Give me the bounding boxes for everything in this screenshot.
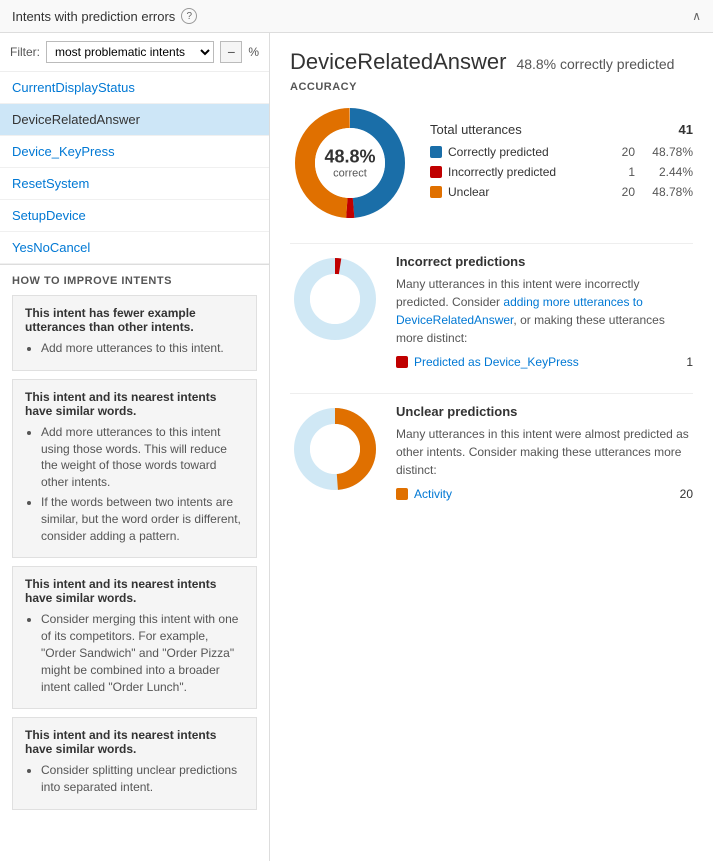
legend-name: Correctly predicted [448,145,605,159]
help-icon[interactable]: ? [181,8,197,24]
pred-item-name[interactable]: Activity [414,487,674,501]
tip-card: This intent and its nearest intents have… [12,566,257,709]
sidebar-item-device_keypress[interactable]: Device_KeyPress [0,136,269,168]
tip-bullet: Add more utterances to this intent. [41,340,244,357]
improve-title: HOW TO IMPROVE INTENTS [12,275,257,287]
tip-heading: This intent and its nearest intents have… [25,728,244,756]
main-chart-label: 48.8% correct [324,147,375,180]
total-row: Total utterances 41 [430,122,693,137]
legend-name: Incorrectly predicted [448,165,605,179]
accuracy-percent-text: 48.8% correctly predicted [516,56,674,72]
filter-select[interactable]: most problematic intents [46,41,214,63]
incorrect-title: Incorrect predictions [396,254,693,269]
panel-title: Intents with prediction errors [12,9,175,24]
detail-intent-name: DeviceRelatedAnswer [290,49,506,75]
filter-row: Filter: most problematic intents − % [0,33,269,72]
pred-item-count: 1 [686,355,693,369]
filter-minus-button[interactable]: − [220,41,242,63]
tip-card: This intent and its nearest intents have… [12,717,257,810]
unclear-title: Unclear predictions [396,404,693,419]
collapse-icon[interactable]: ∧ [692,9,701,23]
content-header: DeviceRelatedAnswer 48.8% correctly pred… [290,49,693,75]
tip-bullet: Consider merging this intent with one of… [41,611,244,695]
total-value: 41 [679,122,693,137]
incorrect-content: Incorrect predictions Many utterances in… [396,254,693,373]
sidebar-item-yesnocancel[interactable]: YesNoCancel [0,232,269,264]
sidebar-item-devicerelatedanswer[interactable]: DeviceRelatedAnswer [0,104,269,136]
unclear-desc: Many utterances in this intent were almo… [396,425,693,479]
tip-heading: This intent and its nearest intents have… [25,390,244,418]
main-content: DeviceRelatedAnswer 48.8% correctly pred… [270,33,713,861]
intent-list: CurrentDisplayStatusDeviceRelatedAnswerD… [0,72,269,264]
legend-count: 1 [605,165,635,179]
unclear-item: Activity 20 [396,487,693,501]
incorrect-section: Incorrect predictions Many utterances in… [290,243,693,373]
improve-section: HOW TO IMPROVE INTENTS This intent has f… [0,264,269,828]
legend-count: 20 [605,185,635,199]
pred-dot [396,356,408,368]
tip-card: This intent has fewer example utterances… [12,295,257,371]
legend-row: Incorrectly predicted 1 2.44% [430,165,693,179]
legend-row: Unclear 20 48.78% [430,185,693,199]
incorrect-item: Predicted as Device_KeyPress 1 [396,355,693,369]
legend-dot [430,186,442,198]
chart-sub: correct [324,168,375,180]
sidebar-item-resetsystem[interactable]: ResetSystem [0,168,269,200]
main-donut-chart: 48.8% correct [290,103,410,223]
accuracy-label: ACCURACY [290,81,693,93]
tip-heading: This intent has fewer example utterances… [25,306,244,334]
incorrect-desc: Many utterances in this intent were inco… [396,275,693,347]
tip-bullet: Consider splitting unclear predictions i… [41,762,244,796]
tip-heading: This intent and its nearest intents have… [25,577,244,605]
sidebar: Filter: most problematic intents − % Cur… [0,33,270,861]
legend-pct: 48.78% [643,145,693,159]
pred-item-name[interactable]: Predicted as Device_KeyPress [414,355,680,369]
total-label: Total utterances [430,122,679,137]
incorrect-donut-chart [290,254,380,344]
accuracy-section: 48.8% correct Total utterances 41 Correc… [290,103,693,223]
unclear-section: Unclear predictions Many utterances in t… [290,393,693,505]
legend-count: 20 [605,145,635,159]
sidebar-item-setupdevice[interactable]: SetupDevice [0,200,269,232]
tip-bullet: Add more utterances to this intent using… [41,424,244,491]
filter-label: Filter: [10,45,40,59]
tip-card: This intent and its nearest intents have… [12,379,257,559]
filter-percent: % [248,45,259,59]
tip-bullet: If the words between two intents are sim… [41,494,244,544]
pred-dot [396,488,408,500]
legend-table: Total utterances 41 Correctly predicted … [430,122,693,205]
unclear-content: Unclear predictions Many utterances in t… [396,404,693,505]
legend-pct: 2.44% [643,165,693,179]
legend-dot [430,166,442,178]
legend-row: Correctly predicted 20 48.78% [430,145,693,159]
unclear-donut-chart [290,404,380,494]
sidebar-item-currentdisplaystatus[interactable]: CurrentDisplayStatus [0,72,269,104]
legend-name: Unclear [448,185,605,199]
legend-dot [430,146,442,158]
add-utterances-link[interactable]: adding more utterances to DeviceRelatedA… [396,295,643,327]
pred-item-count: 20 [680,487,693,501]
legend-pct: 48.78% [643,185,693,199]
chart-pct: 48.8% [324,147,375,168]
